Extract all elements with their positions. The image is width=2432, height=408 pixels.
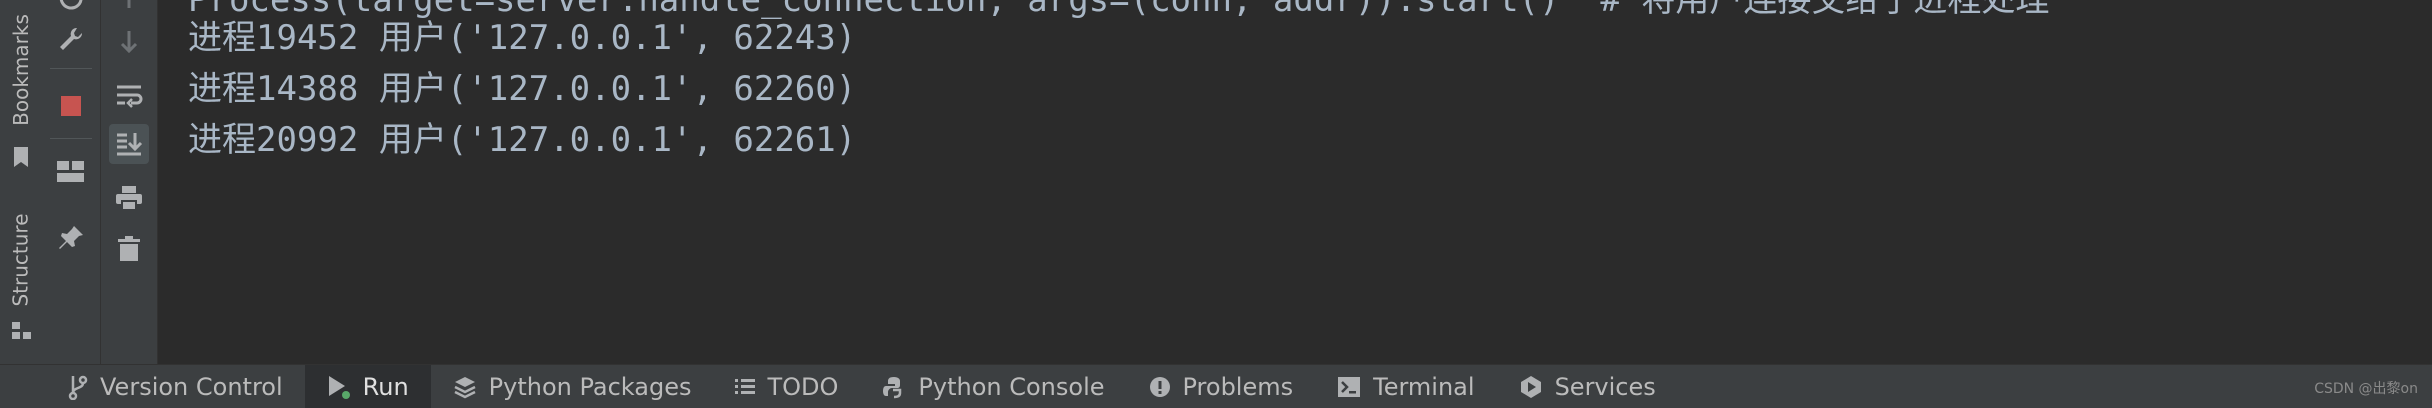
tab-problems-label: Problems [1182,372,1294,401]
scroll-to-end-icon [117,133,143,156]
rerun-button[interactable] [51,0,91,18]
tab-python-console[interactable]: Python Console [860,365,1126,408]
console-line: 进程14388 用户('127.0.0.1', 62260) [188,69,857,109]
structure-icon [12,322,32,344]
tab-python-console-label: Python Console [918,372,1105,401]
list-icon [735,378,756,394]
watermark: CSDN @出黎on [2314,381,2418,397]
tab-services-label: Services [1554,372,1656,401]
divider [50,68,92,69]
layout-icon [57,161,84,182]
settings-wrench-button[interactable] [51,19,91,59]
restore-layout-button[interactable] [51,152,91,192]
terminal-icon [1338,376,1361,397]
stop-icon [61,96,81,116]
scroll-to-end-button[interactable] [109,124,149,164]
print-icon [116,186,142,211]
arrow-down-icon [120,31,138,54]
divider [50,138,92,139]
tab-python-packages[interactable]: Python Packages [431,365,714,408]
clear-all-button[interactable] [109,229,149,269]
trash-icon [118,236,140,261]
structure-tab-label: Structure [9,213,34,307]
soft-wrap-button[interactable] [109,76,149,116]
bookmarks-tab-label: Bookmarks [9,14,33,126]
console-line: 进程19452 用户('127.0.0.1', 62243) [188,18,857,58]
tab-run[interactable]: Run [304,365,431,408]
services-icon [1520,375,1541,398]
up-arrow-button[interactable] [109,0,149,18]
tab-version-control-label: Version Control [100,372,283,401]
run-console[interactable]: Process(target=server.handle_connection,… [158,0,2432,365]
tab-version-control[interactable]: Version Control [46,365,305,408]
python-icon [883,376,902,398]
tab-run-label: Run [362,372,409,401]
down-arrow-button[interactable] [109,22,149,62]
run-icon [328,375,350,399]
tab-terminal-label: Terminal [1373,372,1475,401]
tab-problems[interactable]: Problems [1127,365,1316,408]
run-tool-gutter-2 [101,0,158,365]
tab-todo-label: TODO [767,372,839,401]
soft-wrap-icon [117,85,143,108]
pin-tab-button[interactable] [51,218,91,258]
tab-terminal[interactable]: Terminal [1315,365,1496,408]
stop-button[interactable] [51,86,91,126]
branch-icon [68,375,88,400]
tab-todo[interactable]: TODO [713,365,860,408]
print-button[interactable] [109,178,149,218]
bookmarks-tab[interactable]: Bookmarks [0,0,42,140]
tab-python-packages-label: Python Packages [488,372,692,401]
bookmark-icon [13,146,29,172]
console-line: 进程20992 用户('127.0.0.1', 62261) [188,120,857,160]
run-tool-gutter-1 [42,0,101,365]
left-tool-strip: Bookmarks Structure [0,0,43,365]
structure-tab[interactable]: Structure [0,200,42,320]
pin-icon [59,226,83,249]
wrench-icon [60,27,83,50]
tool-window-bar: Version Control Run Python Packages TODO… [0,364,2432,408]
tab-services[interactable]: Services [1497,365,1678,408]
warning-icon [1149,376,1170,397]
layers-icon [454,376,476,398]
